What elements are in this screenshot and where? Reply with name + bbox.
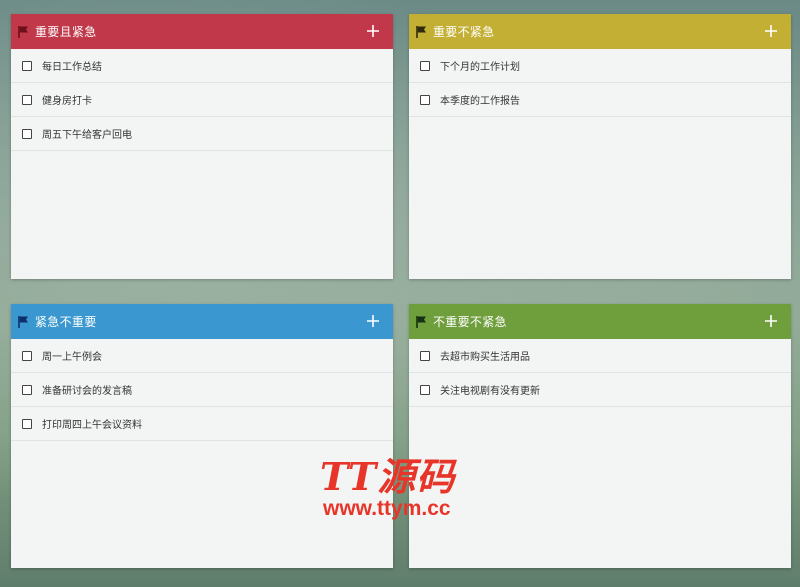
task-item: 周一上午例会 [11, 339, 393, 373]
panel-header: 不重要不紧急 [409, 304, 791, 339]
task-checkbox[interactable] [22, 94, 32, 105]
panel-title: 重要不紧急 [433, 25, 495, 39]
panel-title: 重要且紧急 [35, 25, 97, 39]
panel-header: 重要不紧急 [409, 14, 791, 49]
task-label: 周一上午例会 [42, 352, 102, 363]
task-list: 周一上午例会 准备研讨会的发言稿 打印周四上午会议资料 [11, 339, 393, 441]
task-list: 去超市购买生活用品 关注电视剧有没有更新 [409, 339, 791, 407]
task-label: 健身房打卡 [42, 96, 92, 107]
task-label: 每日工作总结 [42, 62, 102, 73]
task-label: 本季度的工作报告 [440, 96, 520, 107]
task-list: 每日工作总结 健身房打卡 周五下午给客户回电 [11, 49, 393, 151]
task-label: 关注电视剧有没有更新 [440, 386, 540, 397]
panel-title: 紧急不重要 [35, 315, 97, 329]
plus-icon [765, 315, 777, 327]
task-label: 下个月的工作计划 [440, 62, 520, 73]
flag-icon [17, 315, 31, 329]
task-list: 下个月的工作计划 本季度的工作报告 [409, 49, 791, 117]
task-item: 每日工作总结 [11, 49, 393, 83]
task-label: 准备研讨会的发言稿 [42, 386, 132, 397]
task-item: 本季度的工作报告 [409, 83, 791, 117]
task-checkbox[interactable] [22, 60, 32, 71]
plus-icon [367, 25, 379, 37]
task-checkbox[interactable] [22, 350, 32, 361]
task-checkbox[interactable] [22, 418, 32, 429]
flag-icon [415, 25, 429, 39]
task-checkbox[interactable] [420, 60, 430, 71]
add-task-button[interactable] [363, 311, 383, 331]
task-checkbox[interactable] [420, 384, 430, 395]
task-item: 健身房打卡 [11, 83, 393, 117]
task-label: 周五下午给客户回电 [42, 130, 132, 141]
task-item: 下个月的工作计划 [409, 49, 791, 83]
flag-icon [17, 25, 31, 39]
quadrant-important-urgent: 重要且紧急 每日工作总结 健身房打卡 周五下午给客户回电 [11, 14, 393, 279]
quadrant-not-important-not-urgent: 不重要不紧急 去超市购买生活用品 关注电视剧有没有更新 [409, 304, 791, 568]
task-checkbox[interactable] [22, 128, 32, 139]
quadrant-important-not-urgent: 重要不紧急 下个月的工作计划 本季度的工作报告 [409, 14, 791, 279]
panel-header: 紧急不重要 [11, 304, 393, 339]
task-checkbox[interactable] [420, 94, 430, 105]
panel-title: 不重要不紧急 [433, 315, 507, 329]
task-item: 关注电视剧有没有更新 [409, 373, 791, 407]
watermark-logo: TT源码 [320, 454, 456, 499]
add-task-button[interactable] [761, 21, 781, 41]
panel-header: 重要且紧急 [11, 14, 393, 49]
add-task-button[interactable] [761, 311, 781, 331]
plus-icon [765, 25, 777, 37]
task-checkbox[interactable] [22, 384, 32, 395]
task-item: 周五下午给客户回电 [11, 117, 393, 151]
task-item: 打印周四上午会议资料 [11, 407, 393, 441]
task-checkbox[interactable] [420, 350, 430, 361]
task-label: 去超市购买生活用品 [440, 352, 530, 363]
task-item: 去超市购买生活用品 [409, 339, 791, 373]
flag-icon [415, 315, 429, 329]
plus-icon [367, 315, 379, 327]
task-label: 打印周四上午会议资料 [42, 420, 142, 431]
task-item: 准备研讨会的发言稿 [11, 373, 393, 407]
watermark-url: www.ttym.cc [323, 497, 451, 520]
quadrant-urgent-not-important: 紧急不重要 周一上午例会 准备研讨会的发言稿 打印周四上午会议资料 [11, 304, 393, 568]
add-task-button[interactable] [363, 21, 383, 41]
